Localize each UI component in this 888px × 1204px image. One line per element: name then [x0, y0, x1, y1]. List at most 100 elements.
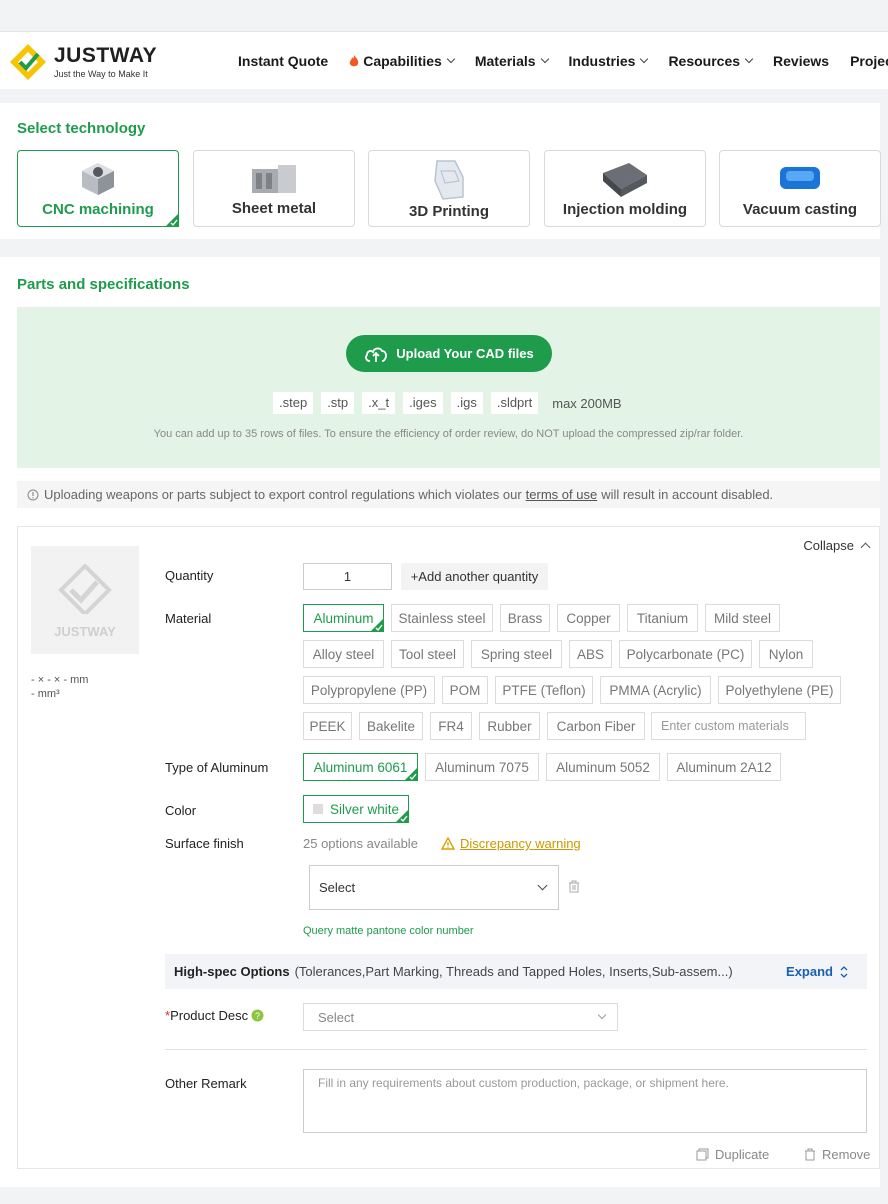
material-chip[interactable]: Polypropylene (PP) [303, 676, 435, 704]
material-chip[interactable]: Bakelite [359, 712, 423, 740]
material-chip[interactable]: Polycarbonate (PC) [619, 640, 752, 668]
chip-label: Titanium [636, 610, 689, 626]
logo-mark-icon [10, 44, 46, 80]
tech-card-sheet-metal[interactable]: Sheet metal [193, 150, 355, 227]
high-spec-title: High-spec Options [174, 964, 290, 979]
nav-industries[interactable]: Industries [569, 53, 649, 69]
chip-label: Polypropylene (PP) [310, 682, 428, 698]
nav-label: Capabilities [363, 53, 442, 69]
nav-resources[interactable]: Resources [668, 53, 754, 69]
add-quantity-button[interactable]: +Add another quantity [401, 563, 548, 590]
part-thumbnail: JUSTWAY [31, 546, 139, 654]
material-chip[interactable]: Polyethylene (PE) [718, 676, 841, 704]
chip-label: Aluminum 6061 [313, 759, 408, 775]
type-chip[interactable]: Aluminum 7075 [425, 753, 539, 781]
color-swatch [312, 804, 323, 814]
dims-volume: - mm³ [31, 688, 60, 700]
material-chip[interactable]: Tool steel [391, 640, 464, 668]
nav-materials[interactable]: Materials [475, 53, 549, 69]
material-chip[interactable]: POM [442, 676, 488, 704]
type-chip[interactable]: Aluminum 6061 [303, 753, 418, 781]
nav-instant-quote[interactable]: Instant Quote [238, 53, 328, 69]
nav-label: Instant Quote [238, 53, 329, 69]
type-chip[interactable]: Aluminum 5052 [546, 753, 660, 781]
section-title-technology: Select technology [17, 120, 146, 137]
injection-molded-part-icon [603, 163, 647, 197]
nav-reviews[interactable]: Reviews [773, 53, 829, 69]
remark-textarea[interactable]: Fill in any requirements about custom pr… [303, 1069, 867, 1133]
material-chip[interactable]: PEEK [303, 712, 352, 740]
top-strip [0, 0, 888, 31]
nav-project[interactable]: Project [850, 53, 888, 69]
ext-badge: .igs [450, 392, 483, 414]
remove-button[interactable]: Remove [804, 1147, 870, 1162]
trash-icon[interactable] [568, 880, 580, 893]
color-label: Color [165, 803, 197, 818]
upload-button-label: Upload Your CAD files [396, 346, 534, 361]
material-chip[interactable]: Rubber [479, 712, 540, 740]
type-chip[interactable]: Aluminum 2A12 [667, 753, 781, 781]
nav-capabilities[interactable]: Capabilities [349, 53, 456, 69]
custom-material-input[interactable]: Enter custom materials [651, 712, 806, 740]
part-dimensions: - × - × - mm - mm³ [31, 673, 88, 701]
tech-card-3d-printing[interactable]: 3D Printing [368, 150, 530, 227]
material-chip[interactable]: PMMA (Acrylic) [600, 676, 711, 704]
upload-dropzone[interactable]: Upload Your CAD files .step .stp .x_t .i… [17, 307, 880, 468]
chip-label: Stainless steel [398, 610, 486, 626]
selected-check-icon [165, 213, 179, 227]
query-pantone-link[interactable]: Query matte pantone color number [303, 925, 474, 937]
tech-card-vacuum-casting[interactable]: Vacuum casting [719, 150, 881, 227]
type-label: Type of Aluminum [165, 760, 269, 775]
terms-of-use-link[interactable]: terms of use [526, 487, 598, 502]
tech-card-cnc[interactable]: CNC machining [17, 150, 179, 227]
warning-text: Uploading weapons or parts subject to ex… [44, 487, 522, 502]
upload-note: You can add up to 35 rows of files. To e… [153, 428, 744, 440]
material-chip[interactable]: ABS [569, 640, 612, 668]
tech-card-injection-molding[interactable]: Injection molding [544, 150, 706, 227]
material-chip[interactable]: Stainless steel [391, 604, 493, 632]
chip-label: Aluminum 7075 [435, 759, 529, 775]
color-chip[interactable]: Silver white [303, 795, 409, 823]
nav-label: Resources [668, 53, 741, 69]
quantity-input[interactable]: 1 [303, 563, 392, 590]
material-chip[interactable]: Nylon [759, 640, 813, 668]
high-spec-options-bar[interactable]: High-spec Options (Tolerances,Part Marki… [165, 954, 867, 989]
placeholder-logo-icon [58, 564, 112, 614]
material-chip[interactable]: Spring steel [471, 640, 562, 668]
cloud-upload-icon [365, 347, 388, 362]
chevron-down-icon [597, 1010, 607, 1020]
section-title-parts: Parts and specifications [17, 276, 190, 293]
divider [165, 1049, 867, 1050]
trash-icon [805, 1148, 815, 1161]
material-chip[interactable]: Copper [557, 604, 620, 632]
help-icon[interactable]: ? [251, 1009, 264, 1022]
logo-tagline: Just the Way to Make It [54, 69, 148, 79]
logo[interactable]: JUSTWAY Just the Way to Make It [8, 42, 158, 82]
selected-check-icon [404, 767, 418, 781]
tech-label: CNC machining [42, 201, 154, 218]
product-desc-select[interactable]: Select [303, 1003, 618, 1031]
surface-finish-select[interactable]: Select [309, 865, 559, 910]
collapse-button[interactable]: Collapse [803, 538, 871, 553]
duplicate-button[interactable]: Duplicate [696, 1147, 769, 1162]
material-chip[interactable]: Brass [500, 604, 550, 632]
tech-label: Vacuum casting [742, 201, 858, 218]
material-chip[interactable]: Mild steel [705, 604, 780, 632]
material-chip[interactable]: Aluminum [303, 604, 384, 632]
expand-button[interactable]: Expand [786, 964, 849, 979]
material-chip[interactable]: PTFE (Teflon) [495, 676, 593, 704]
file-extensions: .step .stp .x_t .iges .igs .sldprt max 2… [273, 392, 622, 414]
collapse-label: Collapse [803, 538, 854, 553]
material-chip[interactable]: Titanium [627, 604, 698, 632]
material-chip[interactable]: Alloy steel [303, 640, 384, 668]
part-spec-card: JUSTWAY - × - × - mm - mm³ Collapse Quan… [17, 526, 880, 1169]
ext-badge: .step [273, 392, 314, 414]
high-spec-subtitle: (Tolerances,Part Marking, Threads and Ta… [294, 964, 733, 979]
material-chip[interactable]: FR4 [430, 712, 472, 740]
discrepancy-warning[interactable]: Discrepancy warning [441, 836, 581, 851]
info-icon [27, 489, 39, 500]
upload-cad-button[interactable]: Upload Your CAD files [346, 335, 552, 372]
svg-text:?: ? [255, 1011, 260, 1021]
material-chip[interactable]: Carbon Fiber [547, 712, 645, 740]
chevron-down-icon [537, 880, 548, 891]
